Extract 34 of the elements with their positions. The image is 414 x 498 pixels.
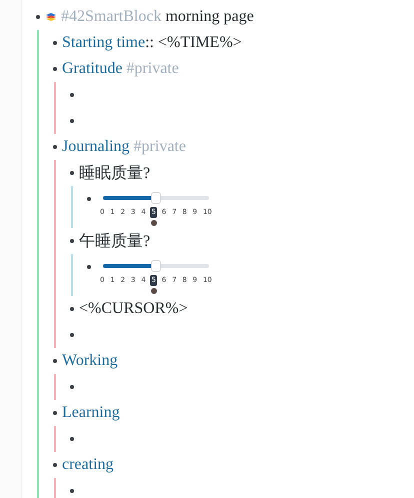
bullet-icon[interactable] (70, 333, 74, 337)
page-link[interactable]: Starting time (62, 34, 146, 52)
page-link[interactable]: Gratitude (62, 60, 122, 78)
bullet-icon[interactable] (53, 411, 57, 415)
block-text: :: <%TIME%> (145, 34, 242, 52)
bullet-icon[interactable] (53, 463, 57, 467)
stack-icon (45, 12, 57, 22)
block-text: <%CURSOR%> (79, 300, 188, 318)
bullet-icon[interactable] (70, 239, 74, 243)
slider-thumb[interactable] (151, 260, 161, 272)
page-link[interactable]: creating (62, 456, 114, 474)
bullet-icon[interactable] (87, 197, 91, 201)
block-text: morning page (164, 8, 254, 26)
bullet-icon[interactable] (70, 171, 74, 175)
page-link[interactable]: Journaling (62, 138, 130, 156)
page-link[interactable]: Learning (62, 404, 120, 422)
block-text: 睡眠质量? (79, 164, 150, 184)
bullet-icon[interactable] (53, 145, 57, 149)
bullet-icon[interactable] (53, 41, 57, 45)
marker-icon (150, 220, 157, 226)
slider-thumb[interactable] (151, 192, 161, 204)
bullet-icon[interactable] (53, 67, 57, 71)
bullet-icon[interactable] (70, 119, 74, 123)
bullet-icon[interactable] (70, 307, 74, 311)
bullet-icon[interactable] (87, 265, 91, 269)
bullet-icon[interactable] (70, 437, 74, 441)
bullet-icon[interactable] (36, 15, 40, 19)
block-text: 午睡质量? (79, 232, 150, 252)
bullet-icon[interactable] (70, 385, 74, 389)
bullet-icon[interactable] (70, 489, 74, 493)
marker-icon (150, 288, 157, 294)
bullet-icon[interactable] (53, 359, 57, 363)
bullet-icon[interactable] (70, 93, 74, 97)
page-link[interactable]: Working (62, 352, 118, 370)
